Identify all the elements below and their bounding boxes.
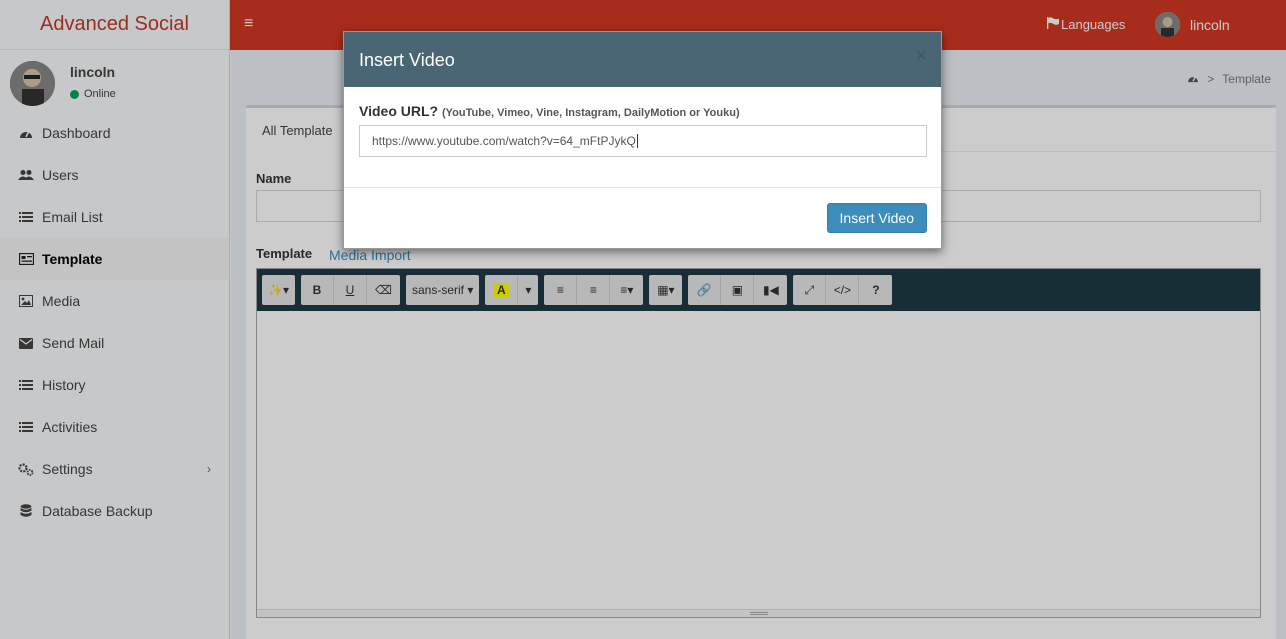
video-url-label: Video URL? — [359, 103, 439, 119]
text-cursor — [636, 134, 638, 148]
modal-body: Video URL? (YouTube, Vimeo, Vine, Instag… — [344, 87, 941, 188]
video-url-hint: (YouTube, Vimeo, Vine, Instagram, DailyM… — [441, 107, 740, 119]
video-url-input[interactable]: https://www.youtube.com/watch?v=64_mFtPJ… — [359, 125, 927, 157]
modal-header: Insert Video × — [344, 32, 941, 87]
insert-video-button[interactable]: Insert Video — [826, 203, 927, 233]
modal-title: Insert Video — [359, 50, 455, 70]
insert-video-modal: Insert Video × Video URL? (YouTube, Vime… — [343, 31, 942, 249]
close-icon[interactable]: × — [915, 45, 927, 68]
